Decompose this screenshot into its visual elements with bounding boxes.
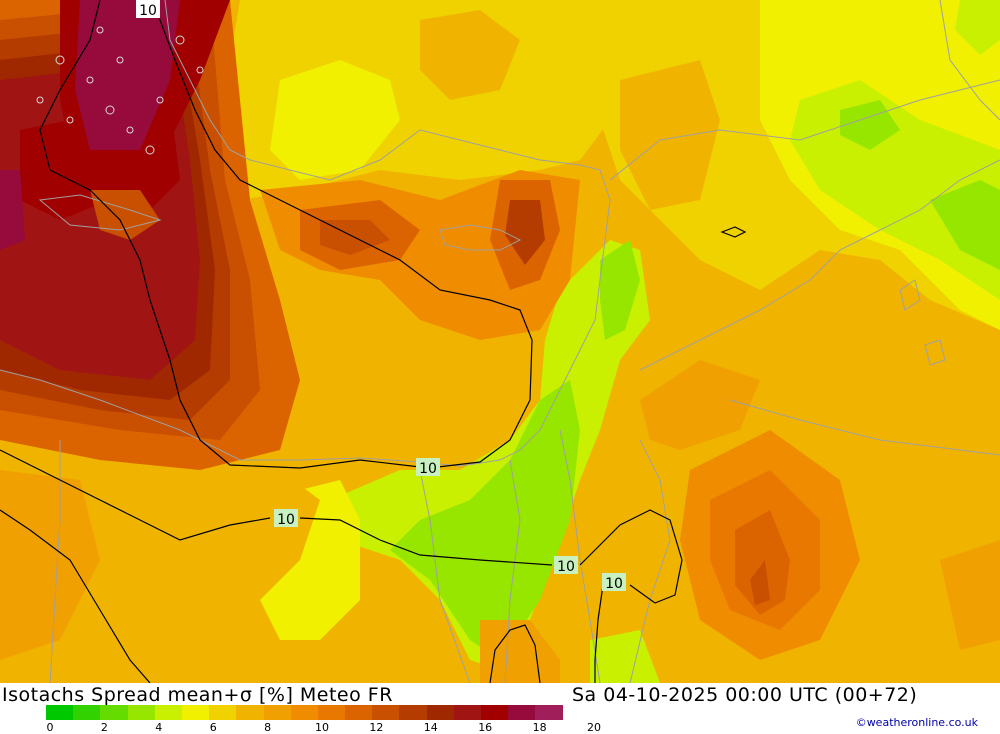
colorbar-tick-label: 4 bbox=[155, 721, 163, 734]
svg-text:10: 10 bbox=[557, 559, 575, 575]
contour-label: 10 bbox=[416, 458, 440, 477]
colorbar-swatch bbox=[481, 705, 509, 720]
spread-map: 10 10 10 10 10 bbox=[0, 0, 1000, 683]
svg-text:10: 10 bbox=[139, 3, 157, 19]
colorbar-swatch bbox=[209, 705, 237, 720]
colorbar-swatch bbox=[73, 705, 101, 720]
svg-text:10: 10 bbox=[605, 576, 623, 592]
colorbar-tick-label: 2 bbox=[100, 721, 108, 734]
svg-text:10: 10 bbox=[277, 512, 295, 528]
colorbar-swatch bbox=[127, 705, 155, 720]
colorbar-swatch bbox=[46, 705, 74, 720]
colorbar-tick-label: 6 bbox=[209, 721, 217, 734]
contour-label: 10 bbox=[136, 0, 160, 19]
map-datetime: Sa 04-10-2025 00:00 UTC (00+72) bbox=[572, 684, 918, 706]
colorbar-swatch bbox=[508, 705, 536, 720]
contour-label: 10 bbox=[274, 509, 298, 528]
colorbar-tick-label: 16 bbox=[478, 721, 493, 734]
colorbar-swatch bbox=[535, 705, 563, 720]
colorbar-swatch bbox=[317, 705, 346, 720]
credit-link[interactable]: ©weatheronline.co.uk bbox=[856, 716, 978, 729]
map-title: Isotachs Spread mean+σ [%] Meteo FR bbox=[2, 684, 393, 706]
colorbar-tick-label: 18 bbox=[532, 721, 547, 734]
colorbar-tick-label: 14 bbox=[423, 721, 438, 734]
colorbar-swatch bbox=[263, 705, 291, 720]
colorbar-tick-label: 10 bbox=[315, 721, 329, 734]
colorbar-swatch bbox=[290, 705, 318, 720]
colorbar bbox=[46, 705, 563, 720]
contour-label: 10 bbox=[554, 556, 578, 575]
colorbar-swatch bbox=[426, 705, 454, 720]
map-footer: Isotachs Spread mean+σ [%] Meteo FR Sa 0… bbox=[0, 683, 1000, 734]
colorbar-swatch bbox=[154, 705, 182, 720]
colorbar-tick-label: 0 bbox=[46, 721, 54, 734]
colorbar-swatch bbox=[100, 705, 128, 720]
colorbar-swatch bbox=[181, 705, 210, 720]
colorbar-swatch bbox=[453, 705, 481, 720]
colorbar-swatch bbox=[372, 705, 400, 720]
colorbar-tick-label: 8 bbox=[264, 721, 272, 734]
contour-label: 10 bbox=[602, 573, 626, 592]
colorbar-tick-label: 12 bbox=[369, 721, 384, 734]
svg-text:10: 10 bbox=[419, 461, 437, 477]
colorbar-tick-label: 20 bbox=[587, 721, 601, 734]
colorbar-ticks: 0 2 4 6 8 10 12 14 16 18 20 bbox=[46, 721, 646, 734]
colorbar-swatch bbox=[236, 705, 264, 720]
colorbar-swatch bbox=[345, 705, 373, 720]
colorbar-swatch bbox=[399, 705, 427, 720]
